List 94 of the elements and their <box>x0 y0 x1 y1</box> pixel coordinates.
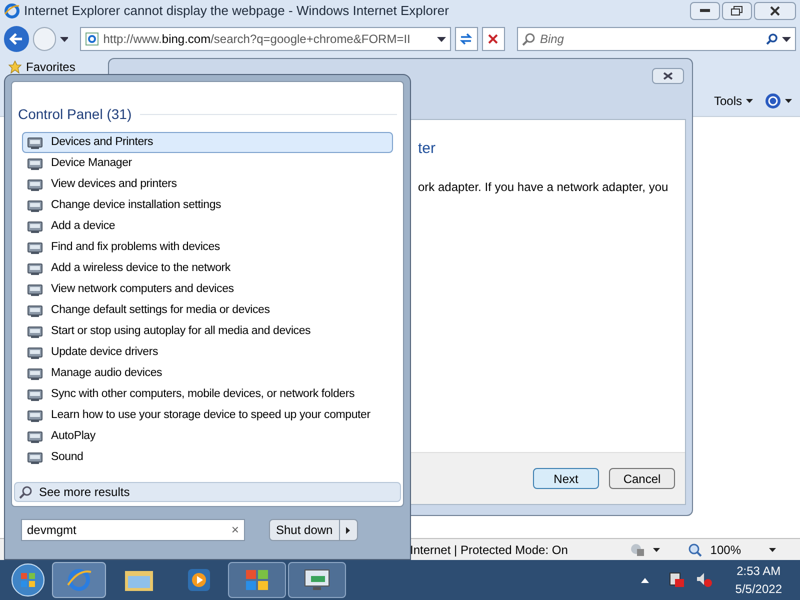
result-group-heading: Control Panel (31) <box>18 105 132 124</box>
network-icon[interactable] <box>667 571 686 589</box>
help-icon <box>765 93 781 109</box>
tools-button[interactable]: Tools <box>714 92 753 110</box>
device-icon <box>27 324 43 338</box>
search-icon[interactable] <box>766 33 778 45</box>
device-icon <box>27 136 43 150</box>
address-field[interactable]: http://www.bing.com/search?q=google+chrome&FORM=II <box>80 27 451 51</box>
show-hidden-icons-icon[interactable] <box>641 578 650 582</box>
search-result-item[interactable]: Sound <box>22 447 393 468</box>
back-button[interactable] <box>4 26 29 52</box>
dialog-text: ork adapter. If you have a network adapter, you <box>418 178 670 196</box>
device-icon <box>27 178 43 192</box>
device-icon <box>27 220 43 234</box>
search-result-item[interactable]: Learn how to use your storage device to speed up your computer <box>22 405 393 426</box>
favorites-button[interactable]: Favorites <box>26 58 76 76</box>
search-result-item[interactable]: Start or stop using autoplay for all media and devices <box>22 321 393 342</box>
search-result-item[interactable]: Find and fix problems with devices <box>22 237 393 258</box>
minimize-button[interactable] <box>690 2 720 20</box>
minimize-icon <box>700 9 710 13</box>
speaker-muted-icon[interactable] <box>695 571 714 589</box>
dropdown-arrow-icon[interactable] <box>60 36 68 42</box>
search-box[interactable]: Bing <box>516 27 796 51</box>
browser-logo-icon <box>4 3 20 19</box>
restore-button[interactable] <box>722 2 752 20</box>
taskbar-button[interactable] <box>288 562 346 598</box>
security-zone-text: Internet | Protected Mode: On <box>410 542 568 558</box>
browser-logo-icon <box>66 567 92 593</box>
see-more-results-button[interactable]: See more results <box>14 482 401 502</box>
device-icon <box>27 198 43 212</box>
search-result-item[interactable]: Device Manager <box>22 153 393 174</box>
zoom-level[interactable]: 100% <box>710 540 741 558</box>
dropdown-arrow-icon[interactable] <box>653 548 660 552</box>
search-result-item[interactable]: Change default settings for media or devices <box>22 300 393 321</box>
start-search-field[interactable]: devmgmt <box>27 521 232 539</box>
search-result-item[interactable]: Update device drivers <box>22 342 393 363</box>
device-icon <box>27 304 43 318</box>
search-result-item[interactable]: Add a device <box>22 216 393 237</box>
url-text: http://www.bing.com/search?q=google+chrome&FORM=II <box>103 31 412 48</box>
device-icon <box>27 240 43 254</box>
dialog-heading: ter <box>418 139 437 159</box>
close-button[interactable] <box>754 2 796 20</box>
device-icon <box>27 450 43 464</box>
device-icon <box>27 262 43 276</box>
dropdown-arrow-icon <box>746 99 753 103</box>
play-icon <box>187 568 211 592</box>
clock-time[interactable]: 2:53 AM <box>736 562 781 580</box>
taskbar-button[interactable] <box>228 562 286 598</box>
stop-button[interactable] <box>482 27 505 51</box>
page-icon <box>85 32 100 46</box>
device-icon <box>27 366 43 380</box>
close-icon <box>663 72 673 80</box>
start-search-box[interactable]: devmgmt × <box>21 519 245 541</box>
close-icon <box>770 6 780 16</box>
back-arrow-icon <box>9 33 24 45</box>
search-result-item[interactable]: AutoPlay <box>22 426 393 447</box>
refresh-button[interactable] <box>454 27 478 51</box>
search-result-item[interactable]: Sync with other computers, mobile devices, or network folders <box>22 384 393 405</box>
dropdown-arrow-icon[interactable] <box>437 36 446 42</box>
device-icon <box>27 282 43 296</box>
search-result-item[interactable]: View network computers and devices <box>22 279 393 300</box>
clock-date[interactable]: 5/5/2022 <box>735 580 782 598</box>
dropdown-arrow-icon <box>785 99 792 103</box>
device-icon <box>27 430 43 444</box>
search-result-item[interactable]: Manage audio devices <box>22 363 393 384</box>
search-result-item[interactable]: Change device installation settings <box>22 195 393 216</box>
dialog-button[interactable]: Cancel <box>609 468 675 489</box>
dialog-button[interactable]: Next <box>533 468 599 489</box>
zoom-icon <box>688 542 702 556</box>
device-icon <box>27 346 43 360</box>
device-icon <box>27 388 43 402</box>
close-button[interactable] <box>652 68 684 84</box>
search-icon <box>19 485 33 499</box>
search-field[interactable]: Bing <box>540 30 762 48</box>
star-icon <box>8 60 22 74</box>
search-result-item[interactable]: View devices and printers <box>22 174 393 195</box>
dropdown-arrow-icon[interactable] <box>769 548 776 552</box>
window-title: Internet Explorer cannot display the webpage - Windows Internet Explorer <box>24 2 449 20</box>
stop-icon <box>488 34 498 44</box>
device-icon <box>27 408 43 422</box>
device-icon <box>27 156 43 170</box>
help-button[interactable] <box>765 93 792 109</box>
restore-icon <box>731 6 743 16</box>
dropdown-arrow-icon[interactable] <box>782 36 791 42</box>
search-icon <box>522 32 536 46</box>
folder-icon <box>124 568 154 592</box>
refresh-icon <box>459 33 474 45</box>
search-result-item[interactable]: Devices and Printers <box>22 132 393 153</box>
clear-search-button[interactable]: × <box>231 520 239 540</box>
arrow-right-icon <box>346 526 350 534</box>
search-result-item[interactable]: Add a wireless device to the network <box>22 258 393 279</box>
start-orb-icon <box>11 563 45 597</box>
flag-icon <box>244 568 270 592</box>
monitor-icon <box>303 568 331 592</box>
